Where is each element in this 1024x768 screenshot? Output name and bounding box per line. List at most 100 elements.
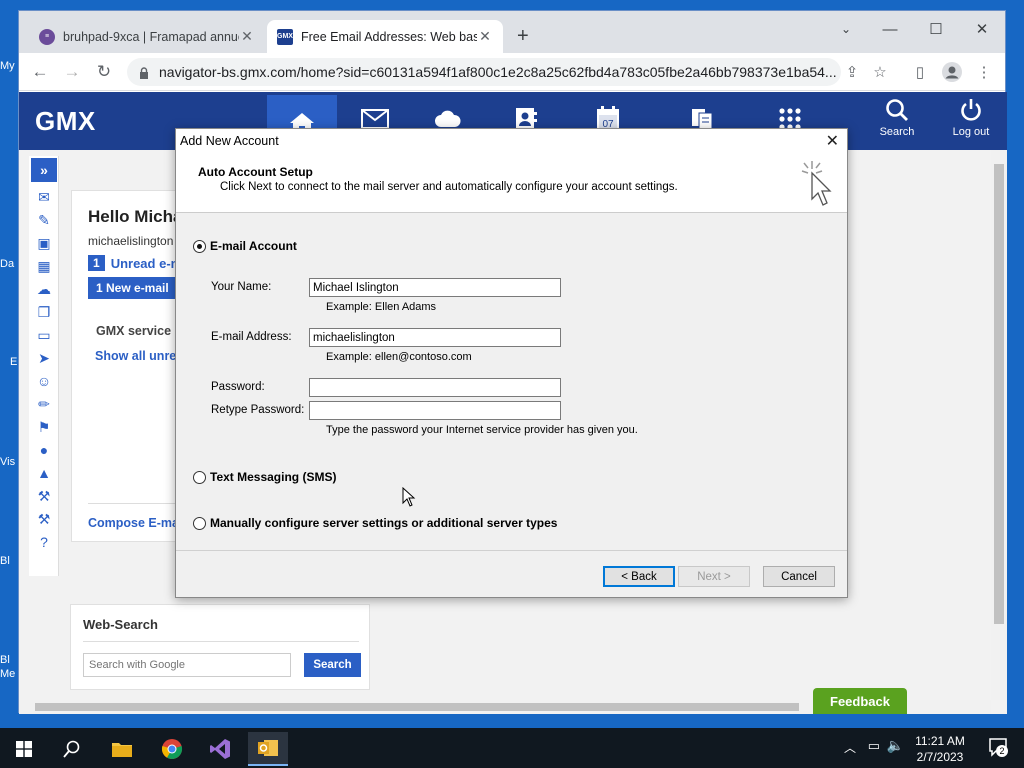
reload-icon[interactable]: ↻ xyxy=(91,59,117,85)
search-icon[interactable] xyxy=(52,732,92,766)
radio-label: E-mail Account xyxy=(210,239,297,253)
password-hint: Type the password your Internet service … xyxy=(326,424,638,436)
radio-email-account[interactable]: E-mail Account xyxy=(193,239,297,253)
wrench-icon[interactable]: ⚒ xyxy=(35,487,53,505)
power-icon xyxy=(941,98,1001,126)
compose-icon[interactable]: ✎ xyxy=(35,211,53,229)
tab-gmx[interactable]: GMX Free Email Addresses: Web base ✕ xyxy=(267,20,503,53)
notification-count-badge: 2 xyxy=(996,745,1008,757)
add-account-dialog: Add New Account ✕ Auto Account Setup Cli… xyxy=(175,128,848,598)
forward-icon[interactable]: → xyxy=(59,59,85,85)
new-email-button[interactable]: 1 New e-mail xyxy=(88,277,188,299)
back-button[interactable]: < Back xyxy=(603,566,675,587)
minimize-button[interactable]: — xyxy=(867,15,913,43)
password-label: Password: xyxy=(211,381,265,393)
desktop-label: Da xyxy=(0,258,15,270)
file-explorer-icon[interactable] xyxy=(102,732,142,766)
contacts-icon[interactable]: ▣ xyxy=(35,234,53,252)
lock-icon[interactable]: ▲ xyxy=(35,464,53,482)
scrollbar-thumb[interactable] xyxy=(35,703,799,711)
radio-label: Text Messaging (SMS) xyxy=(210,470,337,484)
lock-icon xyxy=(139,66,149,79)
chevron-up-icon[interactable]: ︿ xyxy=(844,739,856,756)
new-tab-button[interactable]: + xyxy=(517,25,529,48)
flag-icon[interactable]: ⚑ xyxy=(35,418,53,436)
your-name-field[interactable] xyxy=(309,278,561,297)
cancel-button[interactable]: Cancel xyxy=(763,566,835,587)
bookmark-star-icon[interactable]: ☆ xyxy=(867,59,893,85)
close-icon[interactable]: ✕ xyxy=(826,131,839,151)
compose-email-link[interactable]: Compose E-ma xyxy=(88,516,179,530)
close-icon[interactable]: ✕ xyxy=(239,28,255,45)
gmx-icon: GMX xyxy=(277,28,293,45)
inbox-icon[interactable]: ▭ xyxy=(35,326,53,344)
address-bar[interactable]: navigator-bs.gmx.com/home?sid=c60131a594… xyxy=(127,58,841,86)
smiley-icon[interactable]: ☺ xyxy=(35,372,53,390)
feedback-button[interactable]: Feedback xyxy=(813,688,907,714)
profile-avatar-icon[interactable] xyxy=(939,59,965,85)
send-icon[interactable]: ➤ xyxy=(35,349,53,367)
desktop-label: Me xyxy=(0,668,16,680)
desktop-label: Bl xyxy=(0,555,10,567)
wrench-icon[interactable]: ⚒ xyxy=(35,510,53,528)
volume-muted-icon[interactable]: 🔈 xyxy=(887,737,904,754)
close-icon[interactable]: ✕ xyxy=(477,28,493,45)
logout-button[interactable]: Log out xyxy=(941,98,1001,138)
maximize-button[interactable]: ☐ xyxy=(913,15,959,43)
desktop-label: E xyxy=(10,356,18,368)
dialog-titlebar: Add New Account ✕ xyxy=(176,129,847,153)
email-address-field[interactable] xyxy=(309,328,561,347)
cloud-icon[interactable]: ☁ xyxy=(35,280,53,298)
unread-count-badge: 1 xyxy=(88,255,105,271)
rail-expand-button[interactable]: » xyxy=(31,158,57,182)
gmx-logo[interactable]: GMX xyxy=(35,106,96,137)
your-name-label: Your Name: xyxy=(211,281,272,293)
next-button[interactable]: Next > xyxy=(678,566,750,587)
show-all-unread-link[interactable]: Show all unre xyxy=(95,349,176,363)
side-panel-icon[interactable]: ▯ xyxy=(907,59,933,85)
calendar-icon[interactable]: ▦ xyxy=(35,257,53,275)
web-search-button[interactable]: Search xyxy=(304,653,361,677)
clock[interactable]: 11:21 AM 2/7/2023 xyxy=(910,733,970,765)
password-field[interactable] xyxy=(309,378,561,397)
radio-manual-config[interactable]: Manually configure server settings or ad… xyxy=(193,516,557,530)
close-window-button[interactable]: ✕ xyxy=(959,15,1005,43)
radio-button[interactable] xyxy=(193,516,206,530)
mail-icon[interactable]: ✉ xyxy=(35,188,53,206)
documents-icon[interactable]: ❐ xyxy=(35,303,53,321)
person-icon[interactable]: ● xyxy=(35,441,53,459)
network-icon[interactable]: ▭ xyxy=(868,738,880,754)
web-search-input[interactable] xyxy=(83,653,291,677)
radio-button[interactable] xyxy=(193,239,206,253)
tab-search-icon[interactable]: ⌄ xyxy=(823,15,869,43)
divider xyxy=(176,550,847,551)
framapad-icon: ≡ xyxy=(39,28,55,45)
logout-label: Log out xyxy=(952,126,990,138)
radio-sms[interactable]: Text Messaging (SMS) xyxy=(193,470,336,484)
vertical-scrollbar[interactable] xyxy=(991,150,1007,700)
radio-button[interactable] xyxy=(193,470,206,484)
unread-emails-link[interactable]: 1 Unread e-m xyxy=(88,255,182,271)
windows-start-icon[interactable] xyxy=(4,732,44,766)
notifications-icon[interactable]: 2 xyxy=(988,737,1008,757)
scrollbar-thumb[interactable] xyxy=(994,164,1004,624)
tab-framapad[interactable]: ≡ bruhpad-9xca | Framapad annuel ✕ xyxy=(29,20,265,53)
pencil-icon[interactable]: ✏ xyxy=(35,395,53,413)
search-button[interactable]: Search xyxy=(867,98,927,138)
outlook-icon[interactable] xyxy=(248,732,288,766)
back-icon[interactable]: ← xyxy=(27,59,53,85)
share-icon[interactable]: ⇪ xyxy=(839,59,865,85)
web-search-panel: Web-Search Search xyxy=(70,604,370,690)
url-text: navigator-bs.gmx.com/home?sid=c60131a594… xyxy=(159,64,837,80)
visual-studio-icon[interactable] xyxy=(200,732,240,766)
mouse-pointer-icon xyxy=(402,486,416,507)
radio-label: Manually configure server settings or ad… xyxy=(210,516,558,530)
menu-kebab-icon[interactable]: ⋮ xyxy=(971,59,997,85)
taskbar: ︿ ▭ 🔈 11:21 AM 2/7/2023 2 xyxy=(0,728,1024,768)
retype-password-field[interactable] xyxy=(309,401,561,420)
chrome-icon[interactable] xyxy=(152,732,192,766)
username: michaelislington xyxy=(88,234,174,248)
divider xyxy=(83,641,359,642)
tab-title: Free Email Addresses: Web base xyxy=(301,29,477,44)
help-icon[interactable]: ? xyxy=(35,533,53,551)
